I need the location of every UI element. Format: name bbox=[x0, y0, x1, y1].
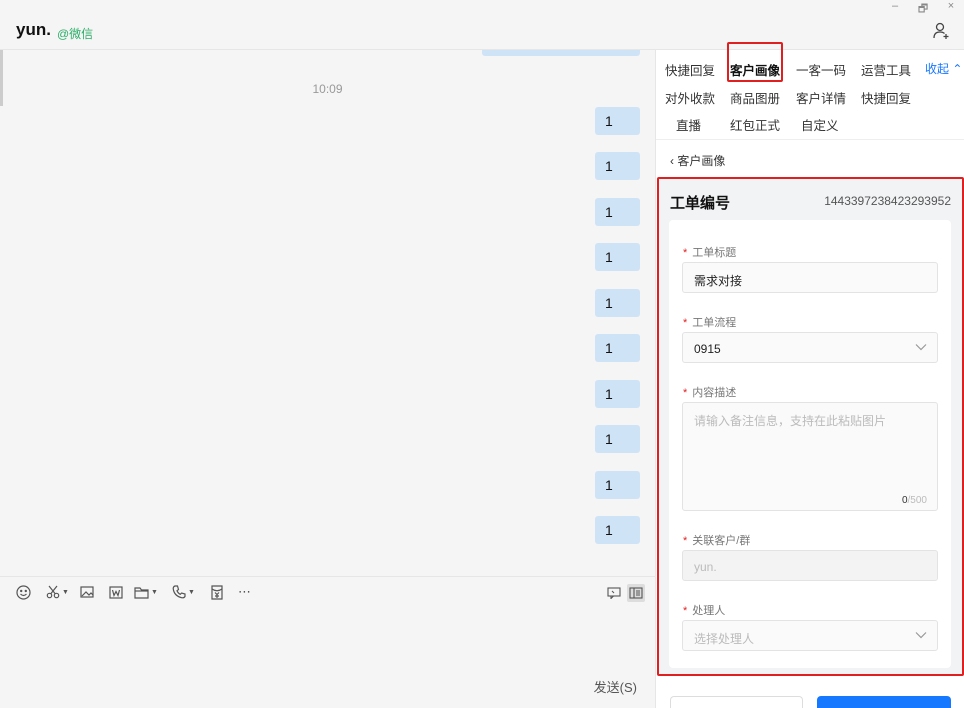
message-timestamp: 10:09 bbox=[312, 82, 343, 96]
message-bubble[interactable]: 1 bbox=[595, 152, 640, 180]
image-icon[interactable] bbox=[80, 583, 109, 601]
submit-button[interactable] bbox=[817, 696, 951, 708]
sidebar-tabs: 快捷回复 客户画像 一客一码 运营工具 收起 ⌃ 对外收款 商品图册 客户详情 … bbox=[656, 42, 964, 140]
tab-external-payment[interactable]: 对外收款 bbox=[665, 88, 715, 107]
folder-icon[interactable]: ▼ bbox=[134, 583, 172, 601]
emoji-icon[interactable] bbox=[16, 583, 46, 601]
message-bubble[interactable]: 1 bbox=[595, 289, 640, 317]
cancel-button[interactable] bbox=[670, 696, 803, 708]
word-doc-icon[interactable] bbox=[109, 583, 134, 601]
layout-toggle-icon[interactable] bbox=[627, 584, 645, 602]
active-tab-highlight bbox=[727, 42, 783, 82]
tab-custom[interactable]: 自定义 bbox=[801, 115, 839, 134]
back-link[interactable]: ‹ 客户画像 bbox=[670, 152, 725, 169]
message-bubble[interactable]: 1 bbox=[595, 471, 640, 499]
message-bubble[interactable]: 1 bbox=[595, 243, 640, 271]
message-bubble[interactable]: 1 bbox=[595, 107, 640, 135]
customer-sidebar: 快捷回复 客户画像 一客一码 运营工具 收起 ⌃ 对外收款 商品图册 客户详情 … bbox=[655, 42, 964, 708]
scrollbar-thumb[interactable] bbox=[0, 50, 3, 106]
tab-quick-reply-2[interactable]: 快捷回复 bbox=[861, 88, 911, 107]
composer-right-tools bbox=[605, 584, 645, 602]
chat-header: yun. @微信 bbox=[0, 14, 964, 50]
message-bubble[interactable]: 1 bbox=[595, 516, 640, 544]
tab-product-album[interactable]: 商品图册 bbox=[730, 88, 780, 107]
send-button[interactable]: 发送(S) bbox=[594, 677, 637, 696]
composer-toolbar: ▼ ▼ ▼ ⋯ bbox=[16, 583, 258, 601]
tabs-divider bbox=[656, 139, 964, 140]
window-controls: – 🗗 × bbox=[888, 0, 958, 15]
tab-operation-tools[interactable]: 运营工具 bbox=[861, 60, 911, 79]
chat-title: yun. bbox=[16, 20, 51, 39]
quote-icon[interactable] bbox=[605, 584, 623, 602]
message-bubble[interactable]: 1 bbox=[595, 380, 640, 408]
message-bubble[interactable]: 1 bbox=[595, 334, 640, 362]
chat-source-tag: @微信 bbox=[57, 27, 94, 41]
previous-message-bubble[interactable] bbox=[482, 50, 640, 56]
tab-customer-details[interactable]: 客户详情 bbox=[796, 88, 846, 107]
ticket-panel-highlight bbox=[657, 177, 964, 676]
close-button[interactable]: × bbox=[944, 0, 958, 14]
message-bubble[interactable]: 1 bbox=[595, 198, 640, 226]
collapse-tabs-button[interactable]: 收起 ⌃ bbox=[925, 60, 962, 77]
tab-red-packet[interactable]: 红包正式 bbox=[730, 115, 780, 134]
message-bubble[interactable]: 1 bbox=[595, 425, 640, 453]
tab-quick-reply[interactable]: 快捷回复 bbox=[665, 60, 715, 79]
minimize-button[interactable]: – bbox=[888, 0, 902, 14]
restore-button[interactable]: 🗗 bbox=[916, 0, 930, 15]
add-member-icon[interactable] bbox=[932, 22, 950, 40]
message-composer[interactable]: ▼ ▼ ▼ ⋯ 发送(S) bbox=[0, 576, 655, 708]
tab-one-customer-one-code[interactable]: 一客一码 bbox=[796, 60, 846, 79]
tab-live[interactable]: 直播 bbox=[676, 115, 701, 134]
red-packet-icon[interactable] bbox=[210, 583, 238, 601]
screenshot-icon[interactable]: ▼ bbox=[46, 583, 80, 601]
more-icon[interactable]: ⋯ bbox=[238, 583, 258, 601]
phone-icon[interactable]: ▼ bbox=[172, 583, 210, 601]
back-label: 客户画像 bbox=[677, 154, 726, 168]
message-list[interactable]: 10:09 1 1 1 1 1 1 1 1 1 1 bbox=[0, 50, 655, 576]
